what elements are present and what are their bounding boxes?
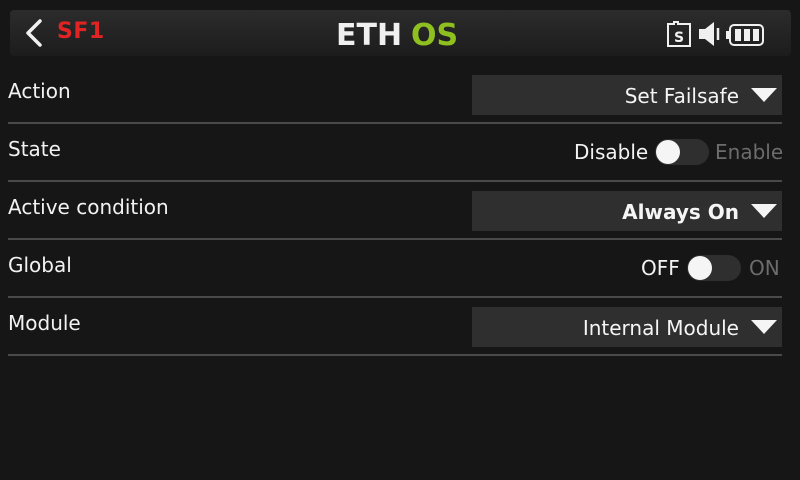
sd-card-icon: S [667, 21, 691, 47]
active-condition-value: Always On [622, 200, 739, 224]
module-label: Module [8, 311, 81, 335]
module-value: Internal Module [582, 316, 739, 340]
page-title: SF1 [57, 19, 105, 44]
battery-icon [726, 24, 764, 46]
svg-text:S: S [674, 30, 684, 46]
top-bar: SF1 ETH OS S [0, 0, 800, 66]
state-label: State [8, 137, 61, 161]
status-icons: S [665, 18, 785, 48]
row-active-condition: Active condition Always On [8, 183, 782, 240]
logo-text-green: OS [411, 20, 458, 50]
action-label: Action [8, 79, 71, 103]
global-off-label: OFF [641, 256, 680, 280]
global-label: Global [8, 253, 72, 277]
global-on-label: ON [749, 256, 780, 280]
module-dropdown[interactable]: Internal Module [472, 307, 782, 347]
logo-text-white: ETH [336, 20, 402, 50]
action-dropdown[interactable]: Set Failsafe [472, 75, 782, 115]
chevron-left-icon [26, 19, 42, 47]
row-action: Action Set Failsafe [8, 67, 782, 124]
active-condition-dropdown[interactable]: Always On [472, 191, 782, 231]
ethos-logo: ETH OS [336, 20, 458, 50]
row-state: State Disable Enable [8, 125, 784, 182]
state-toggle[interactable] [655, 139, 709, 165]
state-off-label: Disable [574, 140, 649, 164]
row-module: Module Internal Module [8, 299, 782, 356]
toggle-knob [688, 256, 712, 280]
active-condition-label: Active condition [8, 195, 169, 219]
header: SF1 ETH OS S [10, 10, 791, 56]
chevron-down-icon [751, 88, 777, 102]
back-button[interactable] [16, 13, 56, 53]
global-toggle-group: OFF ON [641, 255, 782, 285]
action-value: Set Failsafe [624, 84, 739, 108]
chevron-down-icon [751, 204, 777, 218]
row-global: Global OFF ON [8, 241, 782, 298]
chevron-down-icon [751, 320, 777, 334]
global-toggle[interactable] [687, 255, 741, 281]
toggle-knob [656, 140, 680, 164]
state-toggle-group: Disable Enable [574, 139, 784, 169]
state-on-label: Enable [715, 140, 784, 164]
volume-icon [699, 22, 720, 46]
